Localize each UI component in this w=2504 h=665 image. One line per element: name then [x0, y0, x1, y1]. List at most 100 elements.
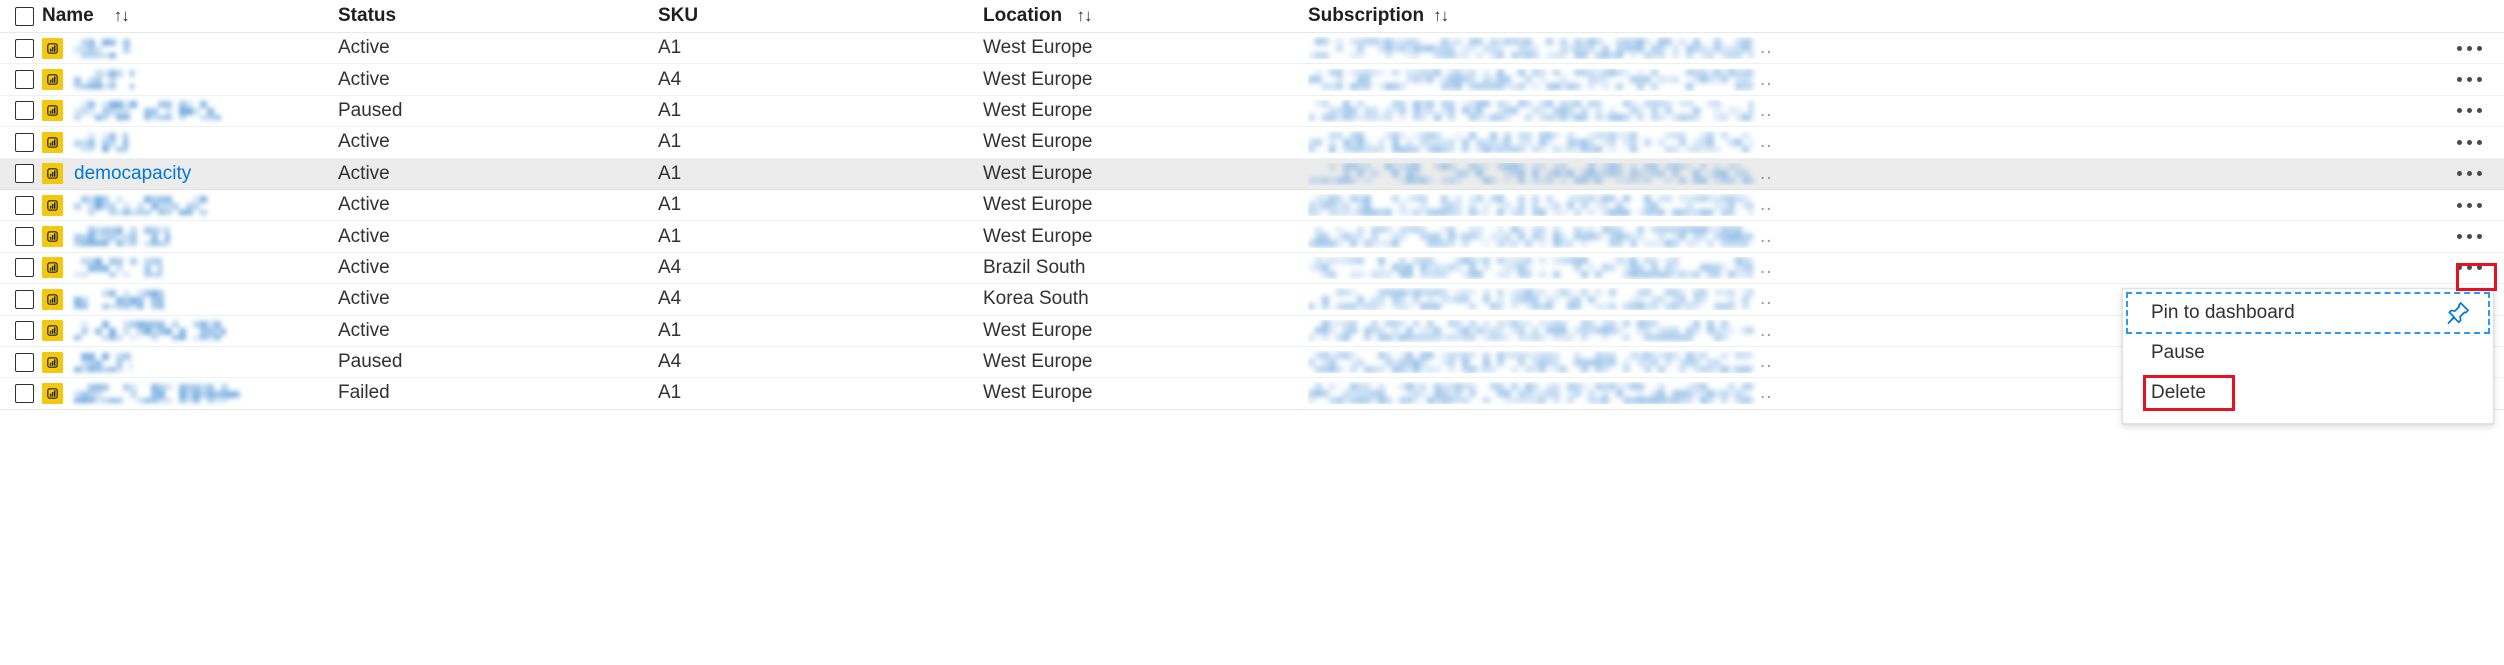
redacted-text	[1308, 257, 1753, 279]
pin-icon	[2444, 300, 2471, 327]
cell-location: West Europe	[983, 99, 1093, 121]
sort-asc-desc-icon[interactable]: ↑↓	[1433, 6, 1449, 26]
table-row[interactable]: democapacity Active A1 West Europe..	[0, 158, 2504, 190]
row-select-cell	[0, 195, 38, 215]
column-header-subscription-label: Subscription	[1308, 5, 1425, 26]
row-select-checkbox[interactable]	[14, 132, 34, 152]
cell-name	[38, 226, 338, 248]
table-row[interactable]: Active A4 Brazil South..	[0, 253, 2504, 285]
cell-row-menu	[2434, 102, 2504, 119]
cell-status: Failed	[338, 382, 390, 404]
row-menu-button[interactable]	[2452, 134, 2487, 151]
cell-sku: A1	[658, 319, 682, 341]
row-select-checkbox[interactable]	[14, 70, 34, 90]
select-all-checkbox[interactable]	[14, 6, 34, 26]
sort-asc-desc-icon[interactable]: ↑↓	[114, 6, 130, 26]
row-select-checkbox[interactable]	[14, 258, 34, 278]
row-select-checkbox[interactable]	[14, 164, 34, 184]
menu-item-pause[interactable]: Pause	[2127, 333, 2489, 373]
power-bi-capacity-icon	[42, 382, 63, 404]
row-select-checkbox[interactable]	[14, 383, 34, 403]
table-row[interactable]: Active A1 West Europe..	[0, 33, 2504, 65]
redacted-text	[1308, 382, 1753, 404]
redacted-text	[74, 227, 170, 247]
row-select-checkbox[interactable]	[14, 289, 34, 309]
power-bi-capacity-icon	[42, 69, 63, 91]
menu-item-delete[interactable]: Delete	[2127, 373, 2489, 413]
redacted-text	[74, 258, 162, 278]
cell-location: West Europe	[983, 131, 1093, 153]
cell-subscription: ..	[1308, 69, 2434, 91]
truncation-ellipsis: ..	[1760, 37, 1773, 59]
truncation-ellipsis: ..	[1760, 131, 1773, 153]
cell-name	[38, 382, 338, 404]
row-menu-button-democapacity[interactable]	[2452, 165, 2487, 182]
menu-item-pause-label: Pause	[2151, 342, 2205, 363]
menu-item-pin-to-dashboard[interactable]: Pin to dashboard	[2126, 292, 2490, 334]
row-select-cell	[0, 38, 38, 58]
row-menu-button[interactable]	[2452, 102, 2487, 119]
cell-subscription: ..	[1308, 131, 2434, 153]
row-select-checkbox[interactable]	[14, 101, 34, 121]
truncation-ellipsis: ..	[1760, 319, 1773, 341]
cell-status: Active	[338, 288, 390, 310]
cell-status: Active	[338, 131, 390, 153]
redacted-text	[1308, 226, 1753, 248]
row-select-cell	[0, 227, 38, 247]
truncation-ellipsis: ..	[1760, 256, 1773, 278]
column-header-status-label: Status	[338, 5, 397, 26]
row-select-checkbox[interactable]	[14, 227, 34, 247]
row-menu-button[interactable]	[2452, 259, 2487, 276]
capacity-name-link[interactable]: democapacity	[74, 163, 191, 185]
row-select-checkbox[interactable]	[14, 321, 34, 341]
row-menu-button[interactable]	[2452, 71, 2487, 88]
redacted-text	[1308, 194, 1753, 216]
row-context-menu: Pin to dashboard Pause Delete	[2122, 288, 2494, 424]
column-header-location[interactable]: Location ↑↓	[983, 5, 1308, 27]
cell-status: Paused	[338, 351, 403, 373]
cell-location: Brazil South	[983, 256, 1086, 278]
row-select-checkbox[interactable]	[14, 38, 34, 58]
cell-name	[38, 131, 338, 153]
cell-location: West Europe	[983, 37, 1093, 59]
table-row[interactable]: Active A1 West Europe..	[0, 221, 2504, 253]
row-menu-button[interactable]	[2452, 228, 2487, 245]
row-menu-button[interactable]	[2452, 197, 2487, 214]
row-select-cell	[0, 164, 38, 184]
table-row[interactable]: Active A1 West Europe..	[0, 190, 2504, 222]
row-select-checkbox[interactable]	[14, 195, 34, 215]
cell-location: West Europe	[983, 351, 1093, 373]
row-select-cell	[0, 383, 38, 403]
row-menu-button[interactable]	[2452, 40, 2487, 57]
sort-asc-desc-icon[interactable]: ↑↓	[1076, 6, 1092, 25]
truncation-ellipsis: ..	[1760, 68, 1773, 90]
cell-sku: A1	[658, 131, 682, 153]
cell-location: West Europe	[983, 68, 1093, 90]
redacted-text	[1308, 37, 1753, 59]
table-row[interactable]: Active A4 West Europe..	[0, 64, 2504, 96]
table-row[interactable]: Active A1 West Europe..	[0, 127, 2504, 159]
cell-location: West Europe	[983, 194, 1093, 216]
redacted-text	[1308, 288, 1753, 310]
cell-location: West Europe	[983, 162, 1093, 184]
cell-name	[38, 100, 338, 122]
column-header-subscription[interactable]: Subscription ↑↓	[1308, 5, 2434, 27]
column-header-name[interactable]: Name ↑↓	[38, 5, 338, 27]
redacted-text	[74, 383, 240, 403]
cell-row-menu	[2434, 259, 2504, 276]
redacted-text	[74, 195, 207, 215]
cell-name: democapacity	[38, 163, 338, 185]
row-select-checkbox[interactable]	[14, 352, 34, 372]
menu-item-pin-to-dashboard-label: Pin to dashboard	[2151, 302, 2295, 323]
cell-sku: A1	[658, 37, 682, 59]
row-select-cell	[0, 289, 38, 309]
table-row[interactable]: Paused A1 West Europe..	[0, 96, 2504, 128]
cell-name	[38, 194, 338, 216]
column-header-sku[interactable]: SKU	[658, 5, 983, 27]
column-header-status[interactable]: Status	[338, 5, 658, 27]
cell-name	[38, 37, 338, 59]
cell-row-menu	[2434, 197, 2504, 214]
cell-name	[38, 69, 338, 91]
cell-subscription: ..	[1308, 257, 2434, 279]
cell-sku: A1	[658, 225, 682, 247]
